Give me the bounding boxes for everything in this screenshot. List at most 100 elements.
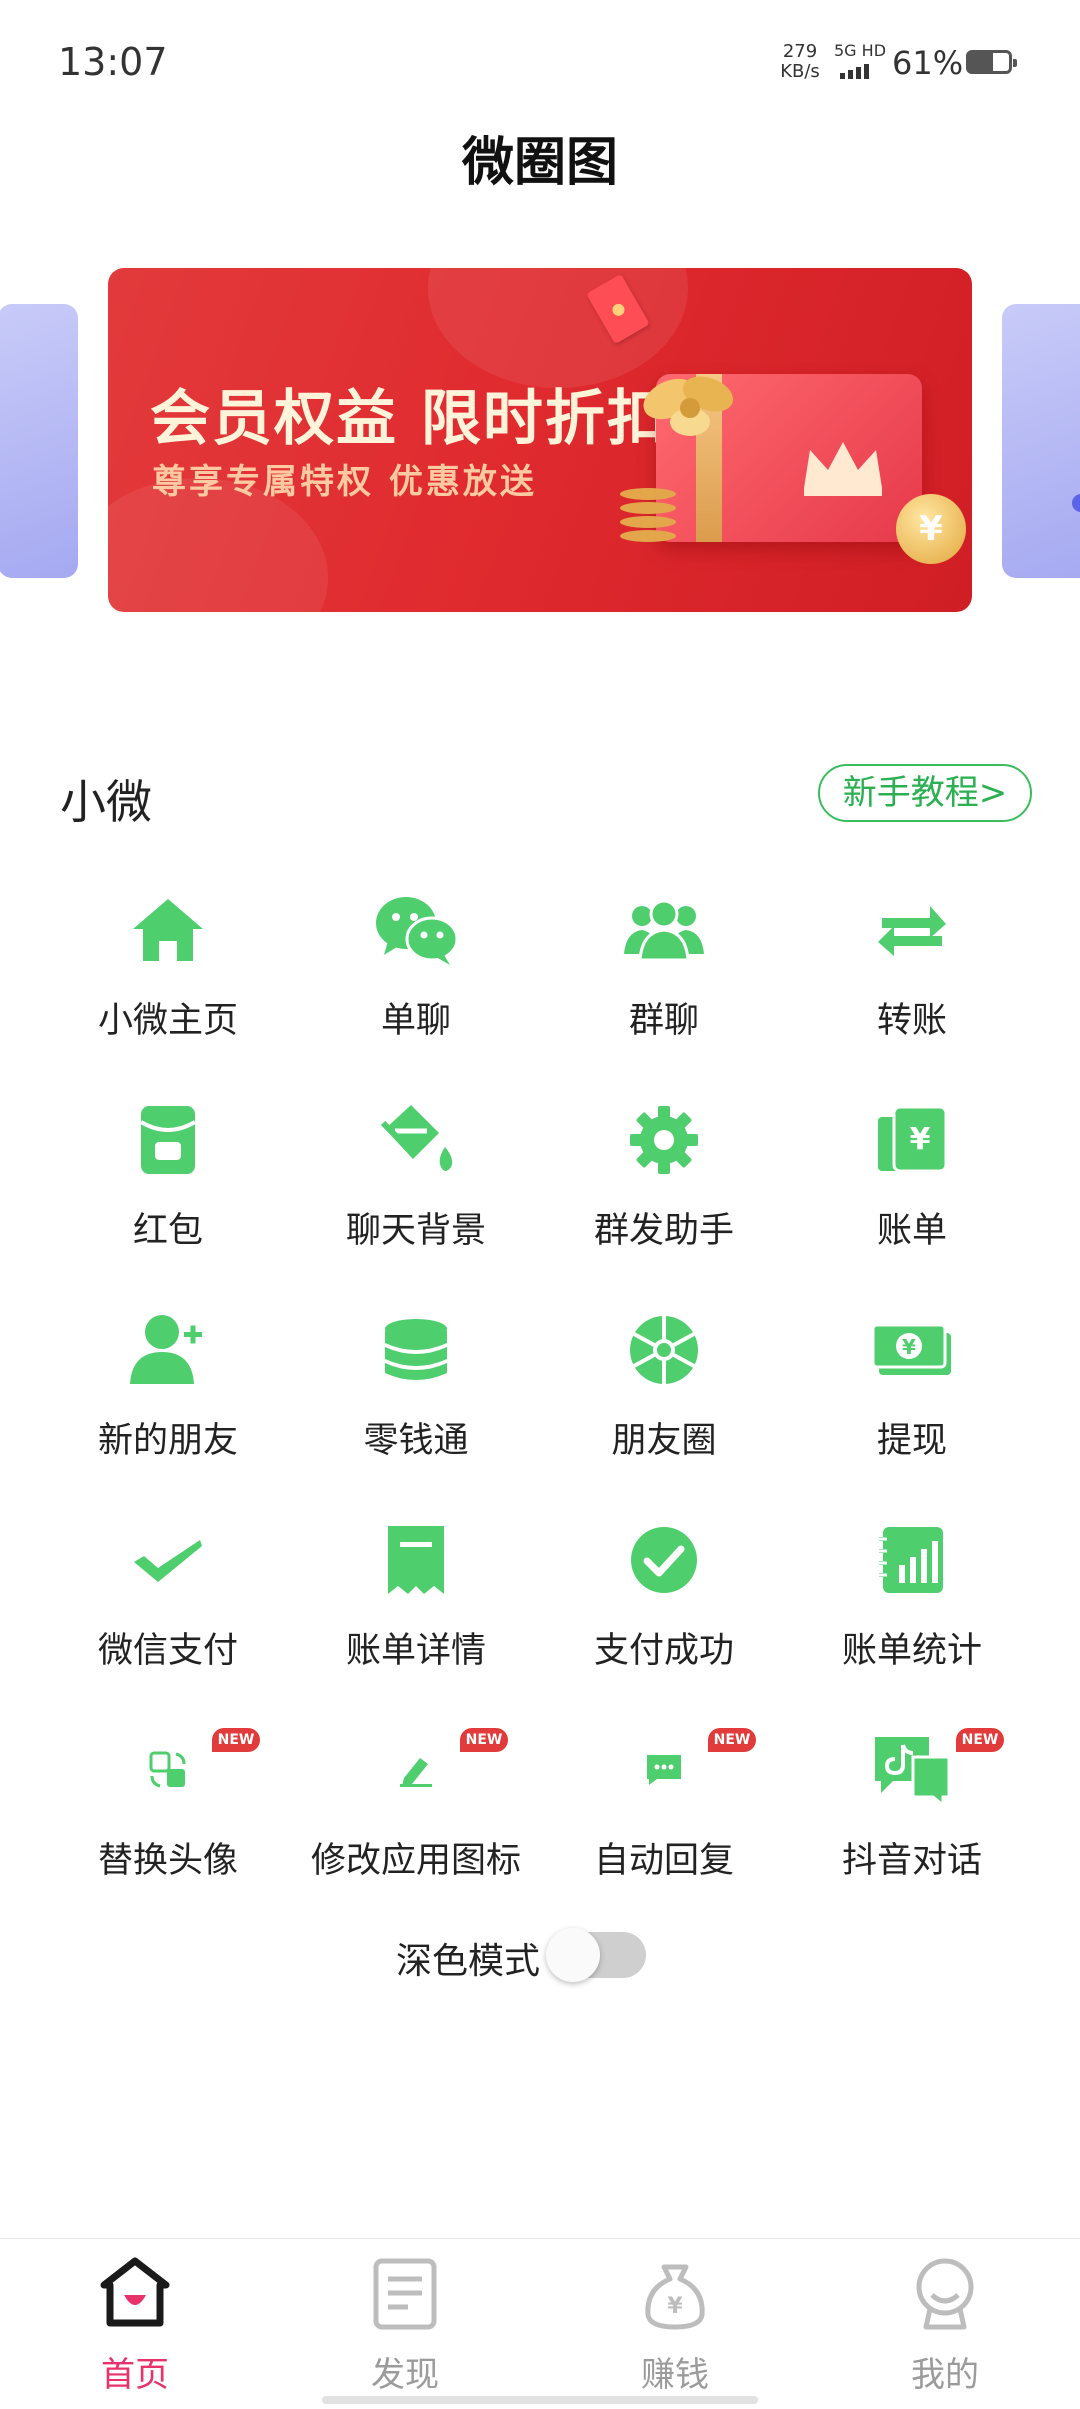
tile-bill-statistics[interactable]: 账单统计 [788, 1510, 1036, 1690]
tile-auto-reply[interactable]: NEW 自动回复 [540, 1720, 788, 1900]
yuan-symbol: ¥ [902, 1335, 916, 1359]
crown-icon [804, 442, 882, 496]
tile-group-chat[interactable]: 群聊 [540, 880, 788, 1060]
new-badge: NEW [956, 1728, 1004, 1752]
nav-label: 赚钱 [641, 2355, 709, 2395]
edit-icon [366, 1720, 466, 1820]
nav-label: 首页 [101, 2355, 169, 2395]
tile-replace-avatar[interactable]: NEW 替换头像 [44, 1720, 292, 1900]
tile-chat-background[interactable]: 聊天背景 [292, 1090, 540, 1270]
yuan-coin-icon: ¥ [896, 494, 966, 564]
tile-label: 转账 [876, 1001, 947, 1041]
tile-label: 单聊 [380, 1001, 451, 1041]
bill-icon: ¥ [862, 1090, 962, 1190]
status-bar: 13:07 279 KB/s 5G HD 61% [0, 0, 1080, 120]
tile-label: 账单统计 [841, 1631, 982, 1671]
tile-label: 小微主页 [97, 1001, 238, 1041]
tile-label: 群聊 [628, 1001, 699, 1041]
tile-bill[interactable]: ¥ 账单 [788, 1090, 1036, 1270]
signal-label: 5G HD [834, 41, 887, 60]
nav-home[interactable]: 首页 [0, 2239, 270, 2409]
tile-label: 替换头像 [97, 1841, 238, 1881]
gift-bow-icon [643, 376, 734, 436]
signal-icon: 5G HD [834, 42, 886, 82]
banner-next-card[interactable] [1002, 304, 1080, 578]
tile-bill-details[interactable]: 账单详情 [292, 1510, 540, 1690]
tile-wechat-pay[interactable]: 微信支付 [44, 1510, 292, 1690]
tile-label: 红包 [132, 1211, 203, 1251]
nav-label: 我的 [911, 2355, 979, 2395]
nav-label: 发现 [371, 2355, 439, 2395]
nav-profile[interactable]: 我的 [810, 2239, 1080, 2409]
tile-label: 聊天背景 [345, 1211, 486, 1251]
tile-payment-success[interactable]: 支付成功 [540, 1510, 788, 1690]
coins-stack-icon [366, 1300, 466, 1400]
wechat-chat-icon [366, 880, 466, 980]
nav-discover[interactable]: 发现 [270, 2239, 540, 2409]
banner-subline: 尊享专属特权 优惠放送 [152, 462, 537, 502]
tile-label: 账单 [876, 1211, 947, 1251]
red-packet-icon [118, 1090, 218, 1190]
network-speed: 279 KB/s [778, 42, 822, 82]
banner-headline: 会员权益 限时折扣 [150, 384, 669, 454]
paint-bucket-icon [366, 1090, 466, 1190]
tile-label: 支付成功 [593, 1631, 734, 1671]
tile-label: 群发助手 [593, 1211, 734, 1251]
tile-label: 自动回复 [593, 1841, 734, 1881]
tile-change-app-icon[interactable]: NEW 修改应用图标 [292, 1720, 540, 1900]
new-badge: NEW [460, 1728, 508, 1752]
tiktok-chat-icon [862, 1720, 962, 1820]
home-indicator [322, 2396, 758, 2404]
network-speed-value: 279 [782, 41, 818, 62]
swap-avatar-icon [118, 1720, 218, 1820]
home-nav-icon [100, 2257, 170, 2327]
profile-icon [916, 2258, 974, 2330]
tile-label: 朋友圈 [611, 1421, 717, 1461]
tile-single-chat[interactable]: 单聊 [292, 880, 540, 1060]
banner-prev-card[interactable] [0, 304, 78, 578]
document-icon [373, 2258, 437, 2330]
tile-label: 账单详情 [345, 1631, 486, 1671]
tile-change-pocket[interactable]: 零钱通 [292, 1300, 540, 1480]
tile-label: 新的朋友 [97, 1421, 238, 1461]
gear-icon [614, 1090, 714, 1190]
tile-label: 零钱通 [363, 1421, 469, 1461]
section-title: 小微 [60, 775, 152, 829]
message-icon [614, 1720, 714, 1820]
money-bag-icon: ¥ [645, 2264, 705, 2330]
home-icon [118, 880, 218, 980]
tile-label: 抖音对话 [841, 1841, 982, 1881]
new-badge: NEW [708, 1728, 756, 1752]
transfer-icon [862, 880, 962, 980]
tile-withdraw[interactable]: ¥ 提现 [788, 1300, 1036, 1480]
check-icon [118, 1510, 218, 1610]
tile-broadcast-assistant[interactable]: 群发助手 [540, 1090, 788, 1270]
page-title: 微圈图 [461, 133, 618, 193]
tile-label: 提现 [876, 1421, 947, 1461]
tile-label: 微信支付 [97, 1631, 238, 1671]
receipt-icon [366, 1510, 466, 1610]
tile-tiktok-chat[interactable]: NEW 抖音对话 [788, 1720, 1036, 1900]
dark-mode-toggle[interactable] [546, 1928, 646, 1982]
tile-transfer[interactable]: 转账 [788, 880, 1036, 1060]
network-speed-unit: KB/s [780, 61, 820, 82]
battery-icon [966, 50, 1017, 74]
bottom-nav: 首页 发现 ¥ 赚钱 我的 [0, 2238, 1080, 2409]
coin-stack-icon [620, 488, 676, 558]
status-time: 13:07 [58, 40, 168, 84]
tile-label: 修改应用图标 [310, 1841, 521, 1881]
cash-icon: ¥ [862, 1300, 962, 1400]
svg-text:¥: ¥ [667, 2294, 683, 2319]
tutorial-button[interactable]: 新手教程> [818, 764, 1032, 822]
tile-new-friends[interactable]: 新的朋友 [44, 1300, 292, 1480]
promo-banner[interactable]: 会员权益 限时折扣 尊享专属特权 优惠放送 ¥ [108, 268, 972, 612]
battery-percent: 61% [892, 44, 964, 82]
tile-moments[interactable]: 朋友圈 [540, 1300, 788, 1480]
nav-earn[interactable]: ¥ 赚钱 [540, 2239, 810, 2409]
tile-red-packet[interactable]: 红包 [44, 1090, 292, 1270]
statistics-icon [862, 1510, 962, 1610]
tile-home[interactable]: 小微主页 [44, 880, 292, 1060]
yuan-symbol: ¥ [910, 1122, 931, 1157]
new-badge: NEW [212, 1728, 260, 1752]
toggle-knob [546, 1928, 600, 1982]
